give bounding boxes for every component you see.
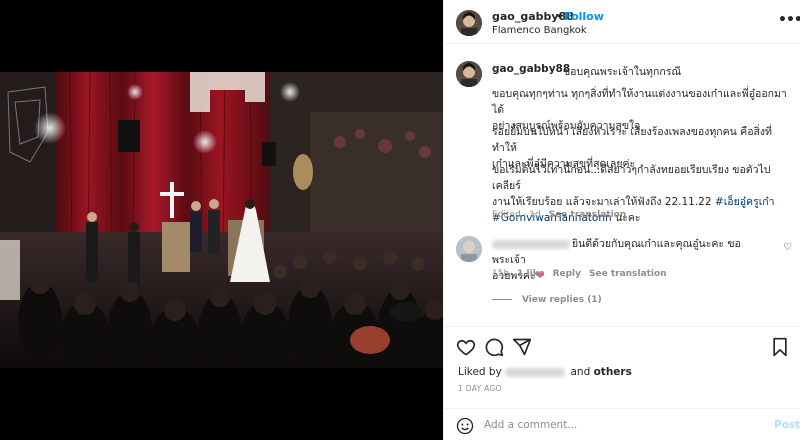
caption-text: งานให้เรียบร้อย แล้วจะมาเล่าให้ฟังถึง 22… <box>492 194 792 210</box>
commenter-avatar[interactable] <box>456 236 482 262</box>
liked-by-line: Liked by and others <box>458 366 632 378</box>
emoji-icon[interactable] <box>456 417 474 435</box>
caption-username[interactable]: gao_gabby88 <box>492 63 570 75</box>
bookmark-icon[interactable] <box>770 337 790 357</box>
post-actions-bar <box>444 326 800 362</box>
comment-text: ยินดีด้วยกับคุณเก๋าและคุณอู๋นะคะ ขอพระเจ… <box>492 236 772 268</box>
add-comment-input[interactable]: Add a comment... <box>484 419 577 431</box>
post-timestamp[interactable]: 1 DAY AGO <box>458 384 502 393</box>
caption-text: งานให้เรียบร้อย แล้วจะมาเล่าให้ฟังถึง 22… <box>492 196 715 208</box>
post-comment-button[interactable]: Post <box>774 419 800 431</box>
heart-icon[interactable] <box>456 337 476 357</box>
reply-button[interactable]: Reply <box>553 269 581 279</box>
add-comment-bar: Add a comment... Post <box>444 408 800 440</box>
separator-dot: • <box>556 10 563 23</box>
author-avatar[interactable] <box>456 10 482 36</box>
comment-timestamp: 15h <box>492 269 510 279</box>
post-details-panel: gao_gabby88 • Follow Flamenco Bangkok ••… <box>443 0 800 440</box>
comment-likes-count[interactable]: 1 like <box>517 269 544 279</box>
comment-icon[interactable] <box>484 337 504 357</box>
more-horizontal-icon[interactable]: ••• <box>778 12 800 28</box>
blurred-commenter-name[interactable] <box>492 239 570 249</box>
instagram-post-window: gao_gabby88 • Follow Flamenco Bangkok ••… <box>0 0 800 440</box>
share-icon[interactable] <box>512 337 532 357</box>
see-translation-button[interactable]: See translation <box>549 210 627 220</box>
caption-author-avatar[interactable] <box>456 61 482 87</box>
follow-button[interactable]: Follow <box>564 10 604 23</box>
caption-first-line: ขอบคุณพระเจ้าในทุกกรณี <box>563 66 682 78</box>
blurred-liker-name[interactable] <box>505 367 566 377</box>
replies-divider <box>492 299 512 300</box>
liked-by-others-link[interactable]: others <box>594 366 632 378</box>
wedding-photo[interactable] <box>0 72 443 368</box>
caption-text: ขอเริ่มต้นไว้เท่านี้ก่อน...ดีสยาวๆกำลังท… <box>492 164 771 192</box>
view-replies-button[interactable]: View replies (1) <box>492 295 602 305</box>
post-media-area[interactable] <box>0 0 443 440</box>
caption-meta: Edited · 1d See translation <box>492 210 626 220</box>
comment-translation-button[interactable]: See translation <box>589 269 667 279</box>
view-replies-label[interactable]: View replies (1) <box>522 295 602 305</box>
comment-meta: 15h 1 like Reply See translation <box>492 269 667 279</box>
location-link[interactable]: Flamenco Bangkok <box>492 25 587 36</box>
caption-text: รอยยิ้มบนใบหน้า เสียงหัวเราะ เสียงร้องเพ… <box>492 126 772 154</box>
caption-text: ขอบคุณทุกๆท่าน ทุกๆสิ่งที่ทำให้งานแต่งงา… <box>492 88 787 116</box>
liked-by-label: Liked by <box>458 366 506 378</box>
like-comment-heart-icon[interactable]: ♡ <box>783 242 792 253</box>
post-header: gao_gabby88 • Follow Flamenco Bangkok ••… <box>444 0 800 44</box>
hashtag-link[interactable]: #เอ็ยอู๋ครูเก๋า <box>715 196 775 208</box>
caption-timestamp: Edited · 1d <box>492 210 541 220</box>
liked-by-and: and <box>567 366 594 378</box>
